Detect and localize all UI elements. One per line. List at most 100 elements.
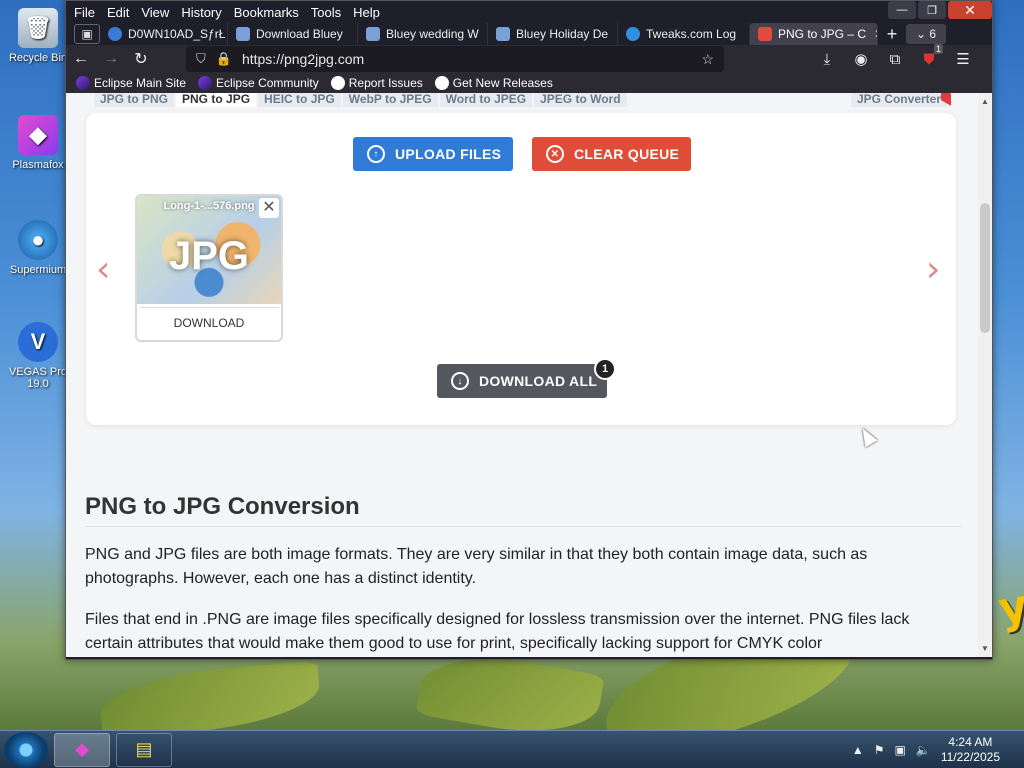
close-button[interactable]: ✕	[948, 1, 992, 19]
clock-date: 11/22/2025	[940, 749, 1000, 764]
conv-tab-png-to-jpg[interactable]: PNG to JPG	[176, 93, 257, 107]
toolbar-actions: ⤓ ◉ ⧉ ⛊ 1 ☰	[810, 43, 980, 68]
taskbar: ◆ ▤ ▲ ⚑ ▣ 🔈 4:24 AM 11/22/2025	[0, 730, 1024, 768]
file-thumbnail: Long-1-...576.png JPG ✕ DOWNLOAD	[135, 194, 283, 342]
conv-tab-jpg-converter[interactable]: JPG Converter	[850, 93, 951, 107]
tab-download-dealer[interactable]: D0WN10AD_SƒrŁ	[100, 23, 228, 45]
page-scrollbar[interactable]: ▲ ▼	[978, 93, 992, 657]
tab-tweaks[interactable]: Tweaks.com Log	[618, 23, 750, 45]
upload-card: ↑ UPLOAD FILES ✕ CLEAR QUEUE ‹ › Long-1-…	[86, 113, 956, 425]
bookmark-report-issues[interactable]: Report Issues	[330, 76, 423, 90]
taskbar-plasmafox-icon[interactable]: ◆	[54, 732, 110, 767]
bookmark-star-icon[interactable]: ☆	[701, 51, 714, 68]
tab-count: 6	[929, 27, 937, 41]
tab-label: Bluey wedding W	[386, 27, 479, 41]
desktop-icon-label: Supermium	[9, 264, 67, 276]
tray-flag-icon[interactable]: ⚑	[874, 743, 885, 757]
bookmark-label: Get New Releases	[452, 76, 553, 90]
menu-bar: File Edit View History Bookmarks Tools H…	[66, 1, 992, 23]
eclipse-icon	[198, 76, 213, 90]
gear-icon	[626, 27, 640, 41]
new-tab-button[interactable]: +	[878, 24, 906, 45]
extensions-icon[interactable]: ⧉	[878, 51, 912, 68]
tab-label: Download Bluey	[256, 27, 343, 41]
forward-button[interactable]: →	[96, 50, 126, 68]
recycle-bin-icon: 🗑	[18, 8, 58, 48]
page-content: JPG to PNG PNG to JPG HEIC to JPG WebP t…	[66, 93, 978, 657]
tray-expand-icon[interactable]: ▲	[852, 743, 864, 757]
github-icon	[434, 76, 449, 90]
desktop-icon-label: Recycle Bin	[8, 52, 68, 64]
lock-icon[interactable]: 🔒	[216, 51, 232, 67]
scroll-up-icon[interactable]: ▲	[981, 97, 989, 106]
scroll-down-icon[interactable]: ▼	[981, 644, 989, 653]
upload-files-button[interactable]: ↑ UPLOAD FILES	[353, 137, 513, 171]
carousel-prev-icon[interactable]: ‹	[96, 249, 110, 290]
scroll-thumb[interactable]	[980, 203, 990, 333]
shield-icon[interactable]: ⛉	[196, 51, 206, 67]
paragraph: Files that end in .PNG are image files s…	[85, 611, 910, 652]
start-button[interactable]	[4, 731, 48, 768]
recycle-bin-shortcut[interactable]: 🗑 Recycle Bin	[6, 8, 70, 64]
taskbar-explorer-icon[interactable]: ▤	[116, 732, 172, 767]
wallpaper-leaf	[97, 660, 323, 730]
back-button[interactable]: ←	[66, 50, 96, 68]
divider	[85, 526, 961, 527]
clock[interactable]: 4:24 AM 11/22/2025	[941, 735, 1000, 765]
nav-bar: ← → ↻ ⛉ 🔒 https://png2jpg.com ☆ ⤓ ◉ ⧉ ⛊ 1…	[66, 43, 992, 73]
tab-count-button[interactable]: ⌄ 6	[906, 24, 946, 44]
download-arrow-icon: ↓	[451, 372, 469, 390]
button-label: DOWNLOAD ALL	[479, 373, 598, 389]
conv-tab-word-to-jpeg[interactable]: Word to JPEG	[439, 93, 533, 107]
downloads-icon[interactable]: ⤓	[810, 51, 844, 68]
button-label: CLEAR QUEUE	[574, 146, 680, 162]
browser-window: File Edit View History Bookmarks Tools H…	[65, 0, 993, 660]
url-bar[interactable]: ⛉ 🔒 https://png2jpg.com ☆	[186, 46, 724, 72]
conv-tab-webp-to-jpeg[interactable]: WebP to JPEG	[342, 93, 438, 107]
tab-bluey-wedding[interactable]: Bluey wedding W	[358, 23, 488, 45]
bookmark-eclipse-community[interactable]: Eclipse Community	[198, 76, 319, 90]
supermium-shortcut[interactable]: ● Supermium	[6, 220, 70, 276]
tray-network-icon[interactable]: ▣	[895, 743, 906, 757]
eclipse-icon	[76, 76, 90, 90]
bookmark-get-new-releases[interactable]: Get New Releases	[434, 76, 553, 90]
file-extension: JPG	[168, 234, 250, 278]
url-text[interactable]: https://png2jpg.com	[242, 51, 701, 67]
download-all-button[interactable]: ↓ DOWNLOAD ALL	[437, 364, 607, 398]
page-icon	[366, 27, 380, 41]
conv-tab-label: JPG Converter	[856, 93, 941, 106]
conv-tab-heic-to-jpg[interactable]: HEIC to JPG	[258, 93, 341, 107]
minimize-button[interactable]: —	[888, 1, 916, 19]
carousel-next-icon[interactable]: ›	[926, 249, 940, 290]
menu-icon[interactable]: ☰	[946, 50, 980, 68]
bookmark-label: Report Issues	[348, 76, 423, 90]
maximize-button[interactable]: ❐	[918, 1, 946, 19]
tab-bar: ▣ D0WN10AD_SƒrŁ Download Bluey Bluey wed…	[66, 23, 992, 45]
menu-history[interactable]: History	[181, 5, 221, 20]
section-title: PNG to JPG Conversion	[85, 493, 360, 520]
menu-edit[interactable]: Edit	[107, 5, 129, 20]
vegas-pro-shortcut[interactable]: V VEGAS Pro 19.0	[6, 322, 70, 390]
remove-file-icon[interactable]: ✕	[259, 198, 279, 218]
tab-bluey-holiday[interactable]: Bluey Holiday De	[488, 23, 618, 45]
ribbon-icon	[941, 93, 951, 106]
menu-view[interactable]: View	[141, 5, 169, 20]
reload-button[interactable]: ↻	[126, 49, 156, 69]
conv-tab-jpg-to-png[interactable]: JPG to PNG	[94, 93, 175, 107]
menu-bookmarks[interactable]: Bookmarks	[234, 5, 299, 20]
menu-help[interactable]: Help	[353, 5, 380, 20]
ublock-icon[interactable]: ⛊ 1	[912, 43, 946, 68]
conv-tab-jpeg-to-word[interactable]: JPEG to Word	[534, 93, 627, 107]
clear-queue-button[interactable]: ✕ CLEAR QUEUE	[532, 137, 691, 171]
tab-download-bluey[interactable]: Download Bluey	[228, 23, 358, 45]
file-download-button[interactable]: DOWNLOAD	[139, 307, 279, 337]
plasmafox-shortcut[interactable]: ◆ Plasmafox	[6, 115, 70, 171]
tab-list-button[interactable]: ▣	[74, 24, 100, 44]
menu-tools[interactable]: Tools	[311, 5, 341, 20]
tray-volume-icon[interactable]: 🔈	[916, 743, 931, 757]
account-icon[interactable]: ◉	[844, 50, 878, 68]
tab-png2jpg[interactable]: PNG to JPG – C ✕	[750, 23, 878, 45]
bookmark-eclipse-main[interactable]: Eclipse Main Site	[76, 76, 186, 90]
converter-tabs: JPG to PNG PNG to JPG HEIC to JPG WebP t…	[94, 93, 951, 107]
menu-file[interactable]: File	[74, 5, 95, 20]
